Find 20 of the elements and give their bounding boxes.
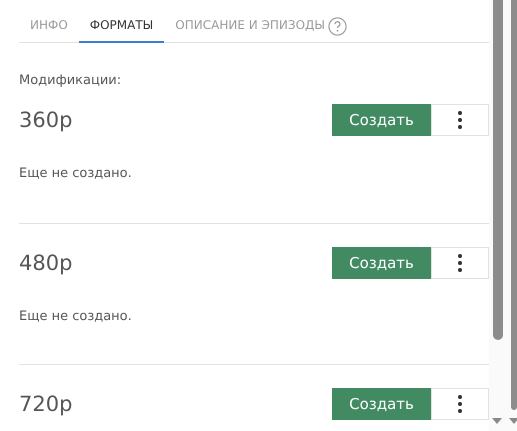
more-icon: [458, 254, 462, 272]
format-name: 720p: [19, 392, 72, 416]
format-name: 480p: [19, 251, 72, 275]
create-button[interactable]: Создать: [332, 247, 431, 279]
help-icon[interactable]: [328, 17, 347, 36]
tab[interactable]: ИНФО: [19, 18, 79, 43]
create-button[interactable]: Создать: [332, 104, 431, 136]
tab[interactable]: ОПИСАНИЕ И ЭПИЗОДЫ: [164, 17, 358, 43]
format-name: 360p: [19, 108, 72, 132]
more-button[interactable]: [431, 104, 489, 136]
status-text: Еще не создано.: [19, 309, 133, 324]
more-button[interactable]: [431, 388, 489, 420]
section-label: Модификации:: [19, 73, 122, 88]
tab[interactable]: ФОРМАТЫ: [78, 18, 164, 43]
more-button[interactable]: [431, 247, 489, 279]
create-button[interactable]: Создать: [332, 388, 431, 420]
status-text: Еще не создано.: [19, 166, 133, 181]
scrollbar[interactable]: [489, 0, 517, 431]
more-icon: [458, 111, 462, 129]
more-icon: [458, 395, 462, 413]
